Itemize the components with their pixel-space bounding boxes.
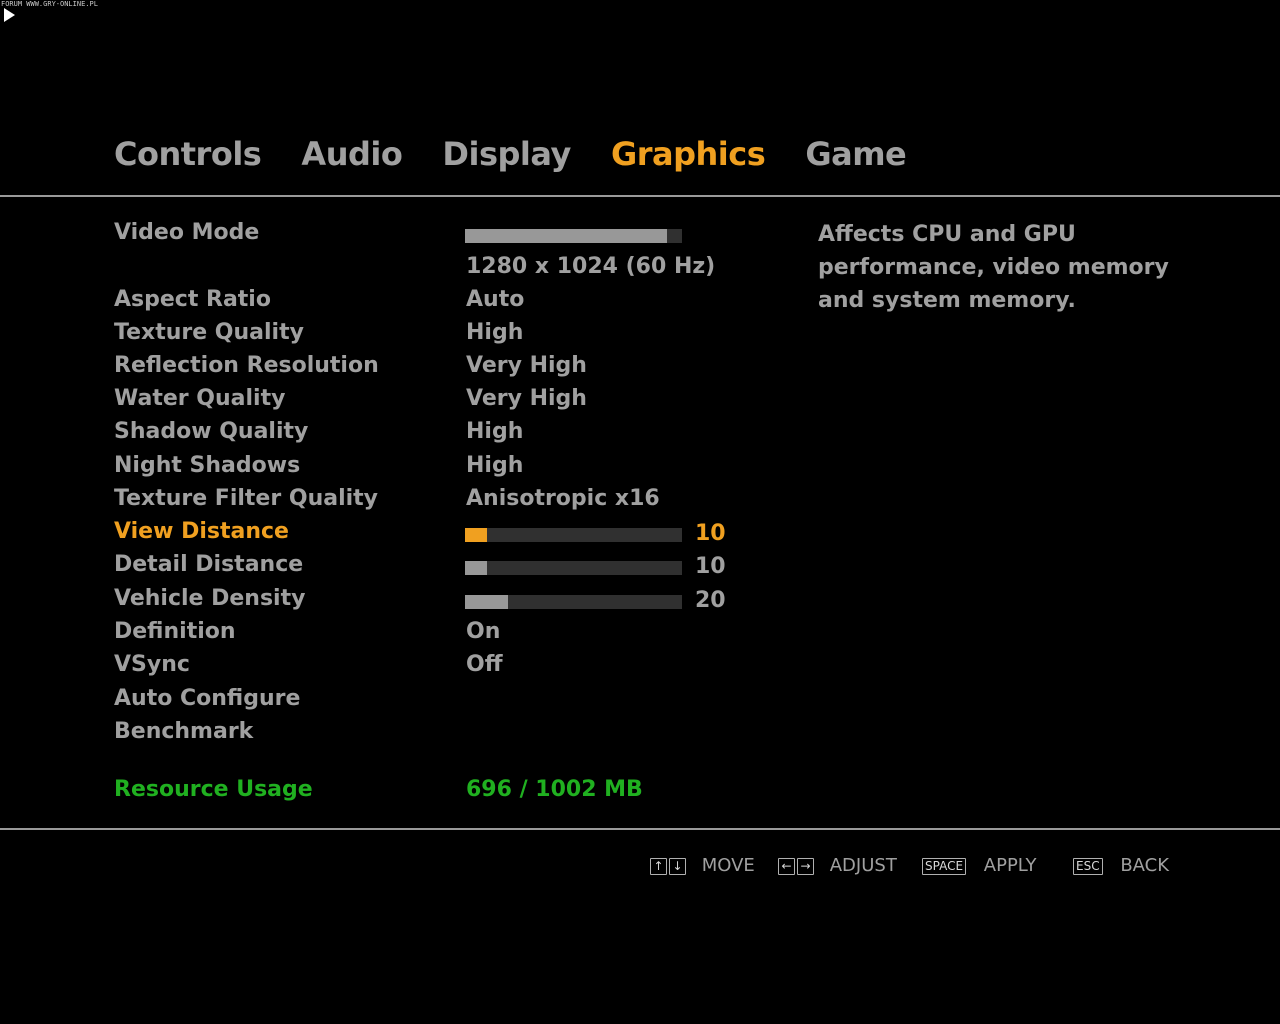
hint-adjust: ← → ADJUST [778,852,897,880]
watermark-text: FORUM WWW.GRY-ONLINE.PL [1,0,98,8]
tab-controls[interactable]: Controls [114,134,262,174]
setting-value: High [466,453,524,478]
setting-label: Water Quality [114,386,286,411]
arrow-left-key-icon: ← [778,857,795,875]
hint-move-label: MOVE [701,855,755,876]
slider-fill [465,528,487,542]
setting-value: 1280 x 1024 (60 Hz) [466,254,716,279]
slider-fill [465,561,487,575]
setting-value: High [466,320,524,345]
arrow-down-key-icon: ↓ [669,857,686,875]
setting-label: Aspect Ratio [114,287,271,312]
setting-value: High [466,419,524,444]
slider-fill [465,595,509,609]
setting-label: Benchmark [114,719,254,744]
setting-label: VSync [114,652,190,677]
setting-value: 10 [695,554,726,579]
hint-apply-label: APPLY [983,855,1037,876]
setting-description: Affects CPU and GPU performance, video m… [818,222,1169,313]
space-key-icon: SPACE [922,857,967,875]
top-divider [0,195,1280,197]
vehicle-density-slider[interactable] [465,595,682,609]
tab-display[interactable]: Display [442,134,571,174]
bottom-divider [0,828,1280,830]
setting-value: 20 [695,588,726,613]
setting-label: Video Mode [114,220,260,245]
setting-label: Texture Quality [114,320,304,345]
hint-apply[interactable]: SPACE APPLY [922,852,1036,880]
setting-label: Reflection Resolution [114,353,379,378]
arrow-right-key-icon: → [797,857,814,875]
esc-key-icon: ESC [1073,857,1103,875]
setting-label: Vehicle Density [114,586,306,611]
settings-tabs: Controls Audio Display Graphics Game [114,134,941,178]
setting-label: Definition [114,619,236,644]
hint-back[interactable]: ESC BACK [1073,852,1169,880]
setting-value: 10 [695,521,726,546]
hint-adjust-label: ADJUST [829,855,897,876]
setting-value: Very High [466,353,587,378]
detail-distance-slider[interactable] [465,561,682,575]
setting-label: Detail Distance [114,552,304,577]
hint-move: ↑ ↓ MOVE [650,852,755,880]
tab-game[interactable]: Game [805,134,906,174]
setting-label: Shadow Quality [114,419,309,444]
hint-back-label: BACK [1120,855,1170,876]
resource-usage-value: 696 / 1002 MB [466,777,643,802]
view-distance-slider[interactable] [465,528,682,542]
tab-audio[interactable]: Audio [301,134,402,174]
arrow-up-key-icon: ↑ [650,857,667,875]
tab-graphics[interactable]: Graphics [611,134,766,174]
mouse-cursor-icon [4,8,15,22]
video-mode-slider[interactable] [465,229,682,243]
slider-fill [465,229,667,243]
setting-label: View Distance [114,519,289,544]
resource-usage-label: Resource Usage [114,777,313,802]
setting-label: Night Shadows [114,453,301,478]
setting-label: Auto Configure [114,686,301,711]
setting-value: Off [466,652,503,677]
setting-value: Anisotropic x16 [466,486,660,511]
setting-value: Very High [466,386,587,411]
setting-value: Auto [466,287,525,312]
setting-label: Texture Filter Quality [114,486,379,511]
setting-value: On [466,619,501,644]
